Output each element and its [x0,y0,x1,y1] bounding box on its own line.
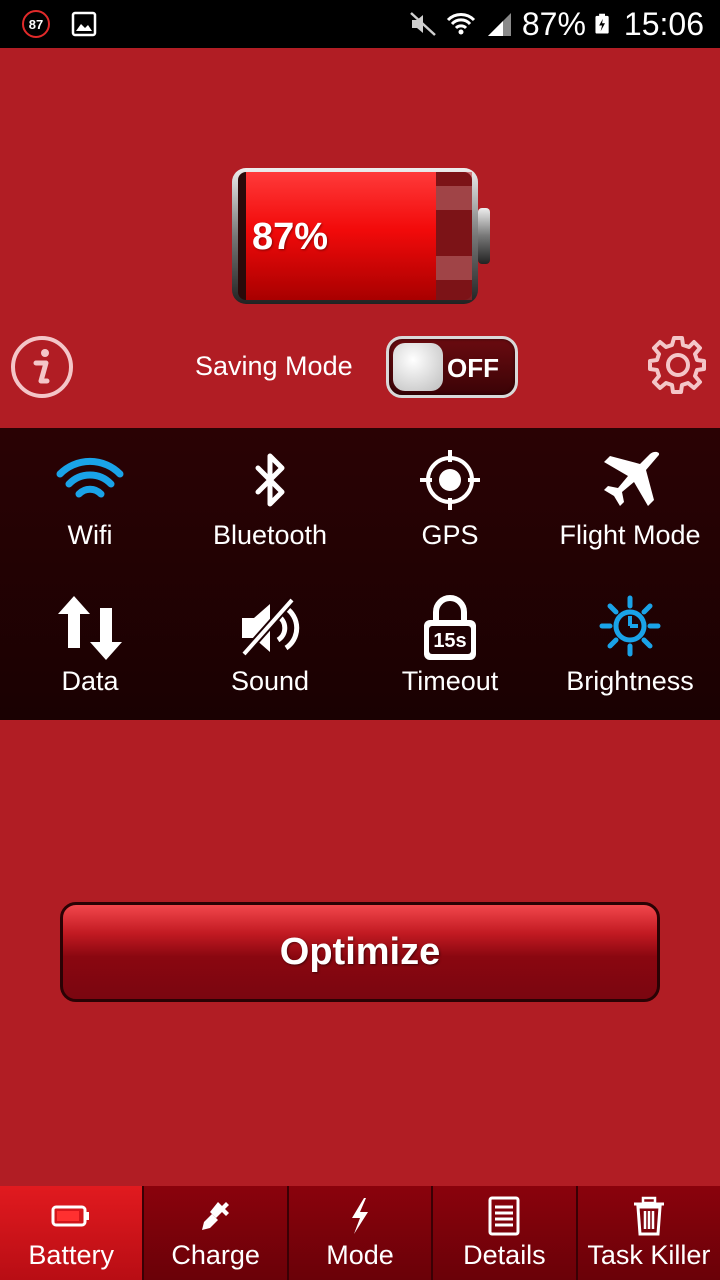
info-icon[interactable] [10,335,74,399]
toggle-label: Bluetooth [212,520,328,550]
toggle-label: GPS [421,520,479,550]
battery-percent-label: 87% [252,216,329,258]
plug-icon [201,1202,229,1230]
mute-icon [410,12,436,36]
trash-icon [633,1196,664,1236]
optimize-button[interactable]: Optimize [60,902,660,1002]
bottom-nav: Battery Charge Mode Details Task Killer [0,1186,720,1280]
toggle-label: Timeout [401,666,499,696]
saving-mode-label: Saving Mode [195,351,353,381]
toggle-label: Wifi [67,520,113,550]
battery-charging-icon [595,13,609,34]
signal-icon [487,13,511,36]
toggle-label: Data [61,666,119,696]
status-time: 15:06 [623,6,704,42]
tab-mode[interactable]: Mode [286,1186,432,1280]
wifi-status-icon [446,13,475,35]
tab-label: Task Killer [587,1240,711,1270]
toggle-label: Sound [230,666,310,696]
tab-charge[interactable]: Charge [142,1186,287,1280]
toggle-timeout[interactable]: 15s Timeout [360,574,540,720]
battery-icon [51,1205,90,1227]
toggle-bluetooth[interactable]: Bluetooth [180,428,360,574]
toggle-knob [393,343,443,391]
settings-gear-icon[interactable] [644,332,712,400]
wifi-icon [56,457,124,498]
bluetooth-icon [255,453,285,507]
saving-mode-toggle[interactable]: OFF [386,336,518,398]
notification-badge: 87 [22,10,50,38]
toggle-gps[interactable]: GPS [360,428,540,574]
tab-task-killer[interactable]: Task Killer [575,1186,720,1280]
toggle-state-label: OFF [447,353,499,383]
status-battery-percent: 87% [521,6,586,42]
gps-icon [420,450,480,510]
tab-label: Charge [171,1240,260,1270]
tab-label: Battery [28,1240,114,1270]
toggle-brightness[interactable]: Brightness [540,574,720,720]
document-icon [488,1196,520,1236]
sun-icon [599,595,661,657]
lightning-icon [352,1198,369,1234]
tab-battery[interactable]: Battery [0,1186,143,1280]
airplane-icon [604,451,660,506]
tab-label: Mode [326,1240,394,1270]
timeout-badge: 15s [433,630,466,652]
lock-timer-icon: 15s [424,595,476,660]
toggle-flight-mode[interactable]: Flight Mode [540,428,720,574]
tab-label: Details [463,1240,546,1270]
tab-details[interactable]: Details [431,1186,576,1280]
toggle-sound[interactable]: Sound [180,574,360,720]
toggle-wifi[interactable]: Wifi [0,428,180,574]
speaker-icon [241,597,300,657]
status-bar: 87 87% 15:06 [0,0,720,48]
quick-toggles-panel: Wifi Bluetooth GPS Flight Mode Data Soun… [0,428,720,720]
toggle-data[interactable]: Data [0,574,180,720]
toggle-label: Brightness [566,666,694,696]
data-arrows-icon [58,596,122,660]
gallery-icon [71,11,97,37]
toggle-label: Flight Mode [559,520,701,550]
